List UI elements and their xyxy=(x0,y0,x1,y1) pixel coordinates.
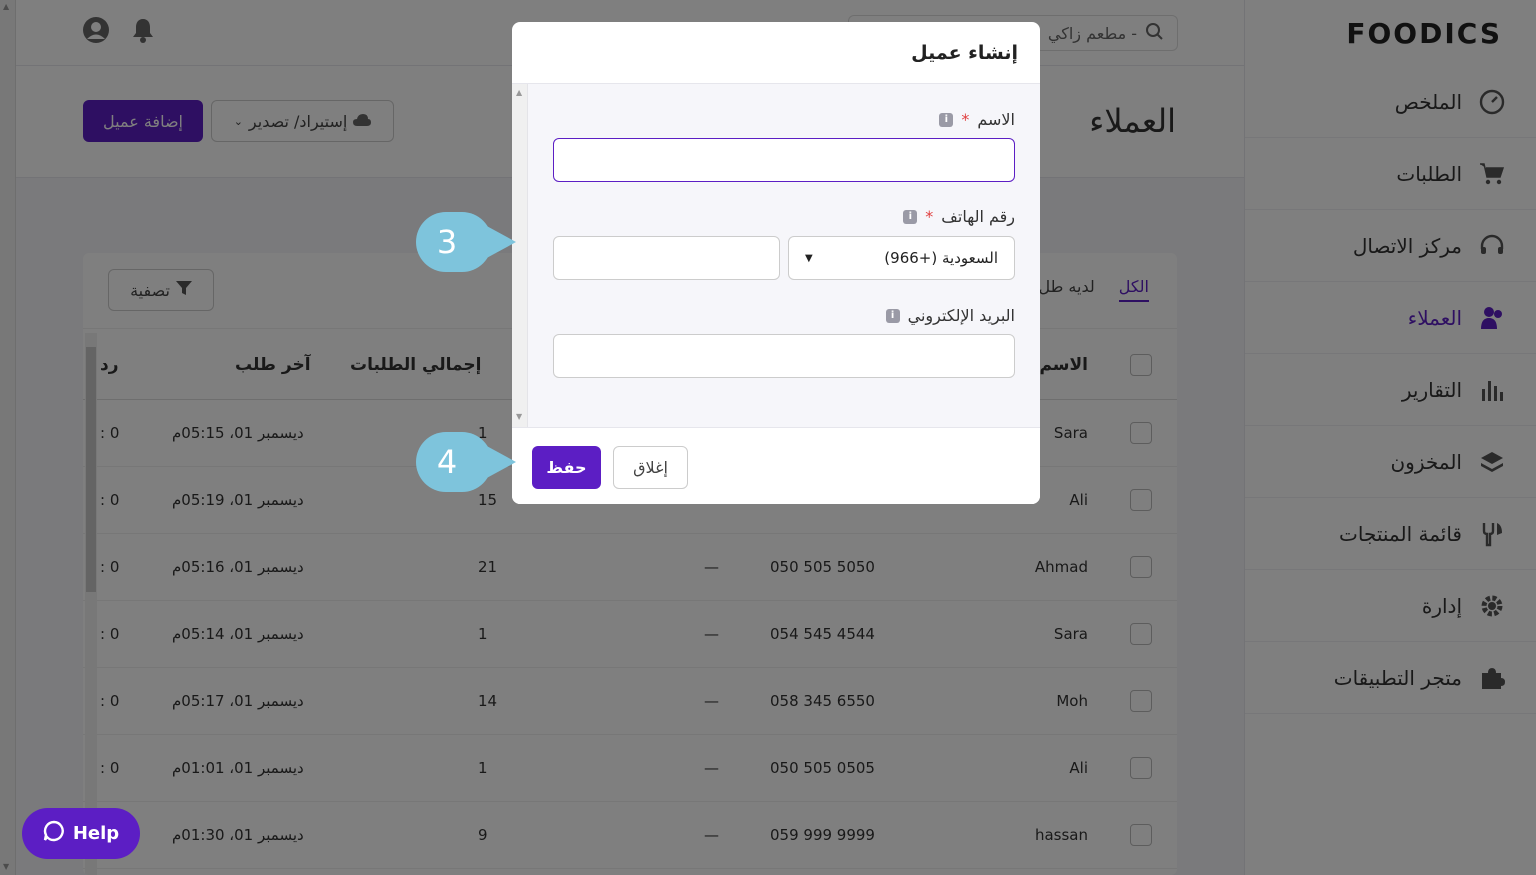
info-icon[interactable]: i xyxy=(939,112,954,127)
country-code-value: السعودية (+966) xyxy=(884,249,998,267)
close-button[interactable]: إغلاق xyxy=(613,446,688,489)
phone-input[interactable] xyxy=(553,236,780,280)
help-button[interactable]: Help xyxy=(22,808,140,859)
required-mark: * xyxy=(961,110,970,129)
create-customer-modal: إنشاء عميل ▲ ▼ i * الاسم i * رقم الهاتف … xyxy=(512,22,1040,504)
phone-label: i * رقم الهاتف xyxy=(903,207,1015,226)
save-button[interactable]: حفظ xyxy=(532,446,601,489)
name-input[interactable] xyxy=(553,138,1015,182)
info-icon[interactable]: i xyxy=(885,308,900,323)
email-label: i البريد الإلكتروني xyxy=(885,306,1015,325)
info-icon[interactable]: i xyxy=(903,209,918,224)
email-label-text: البريد الإلكتروني xyxy=(907,306,1015,325)
callout-number: 4 xyxy=(416,432,492,492)
name-label-text: الاسم xyxy=(977,110,1015,129)
modal-body: ▲ ▼ i * الاسم i * رقم الهاتف ▼ السعودية … xyxy=(512,84,1040,427)
modal-footer: حفظ إغلاق xyxy=(512,427,1040,504)
help-label: Help xyxy=(72,823,120,844)
name-label: i * الاسم xyxy=(939,110,1015,129)
callout-number: 3 xyxy=(416,212,492,272)
phone-label-text: رقم الهاتف xyxy=(941,207,1015,226)
required-mark: * xyxy=(925,207,934,226)
scroll-up-icon[interactable]: ▲ xyxy=(516,88,522,97)
chat-bubble-icon xyxy=(43,820,65,847)
scroll-down-icon[interactable]: ▼ xyxy=(516,412,522,421)
email-input[interactable] xyxy=(553,334,1015,378)
modal-title: إنشاء عميل xyxy=(512,22,1040,84)
country-code-select[interactable]: ▼ السعودية (+966) xyxy=(788,236,1015,280)
caret-down-icon: ▼ xyxy=(805,252,813,264)
